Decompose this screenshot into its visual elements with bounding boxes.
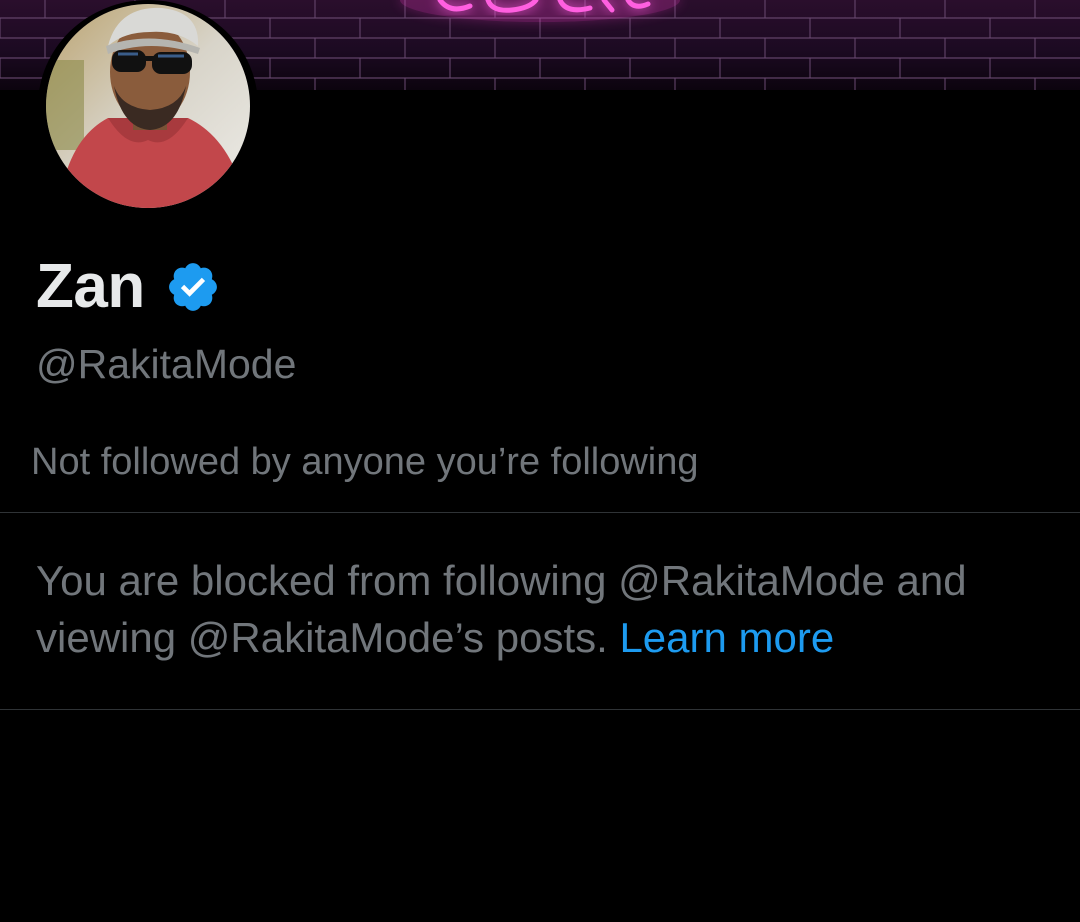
display-name: Zan xyxy=(36,252,145,321)
divider xyxy=(0,512,1080,513)
avatar[interactable] xyxy=(38,0,258,212)
verified-badge-icon[interactable] xyxy=(165,259,221,315)
profile-handle: @RakitaMode xyxy=(36,341,297,387)
profile-photo xyxy=(46,4,250,208)
learn-more-link[interactable]: Learn more xyxy=(619,614,834,661)
blocked-notice-line1: You are blocked from following @RakitaMo… xyxy=(36,557,967,604)
followed-by-text: Not followed by anyone you’re following xyxy=(31,441,699,483)
profile-name-row: Zan xyxy=(36,250,221,324)
blocked-notice-line2: viewing @RakitaMode’s posts. xyxy=(36,614,608,661)
divider xyxy=(0,709,1080,710)
blocked-notice: You are blocked from following @RakitaMo… xyxy=(36,552,1046,666)
